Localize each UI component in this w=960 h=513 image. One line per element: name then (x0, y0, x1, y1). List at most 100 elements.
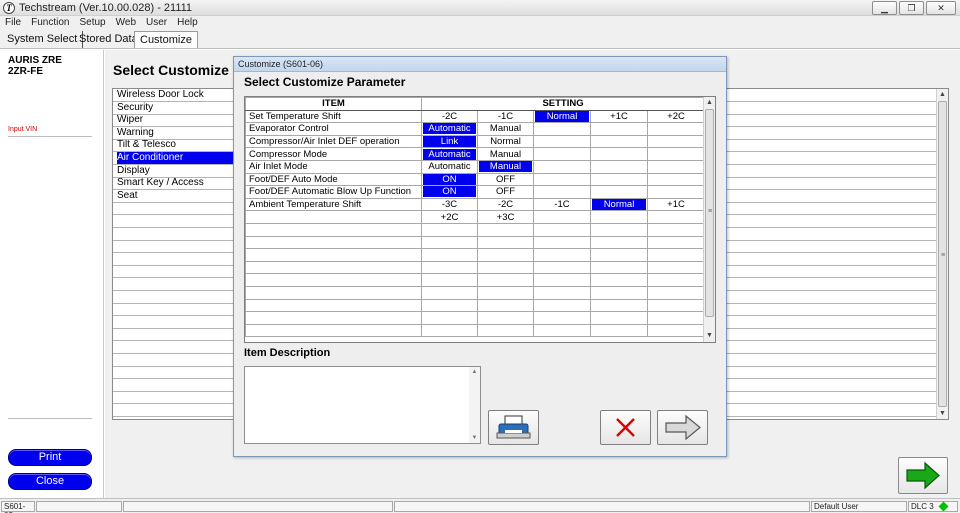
close-button[interactable]: Close (8, 473, 92, 490)
table-row[interactable]: Compressor/Air Inlet DEF operation Link No… (245, 134, 706, 149)
setting-cell (646, 210, 706, 224)
setting-cell[interactable]: -1C (533, 197, 591, 212)
setting-cell[interactable]: OFF (477, 172, 534, 187)
table-row[interactable]: Compressor Mode Automatic Manual (245, 147, 706, 161)
tab-customize[interactable]: Customize (134, 31, 198, 48)
empty-cell (646, 273, 706, 287)
setting-cell (533, 147, 591, 161)
tab-system-select[interactable]: System Select (2, 31, 84, 48)
setting-value: -2C (441, 110, 458, 122)
cancel-button[interactable] (600, 410, 651, 445)
table-row[interactable]: Foot/DEF Auto Mode ON OFF (245, 172, 706, 187)
table-row (245, 222, 706, 237)
empty-cell (477, 222, 534, 237)
setting-cell[interactable]: Automatic (421, 159, 478, 174)
scroll-up-icon[interactable]: ▲ (937, 89, 948, 100)
empty-cell (533, 323, 591, 338)
minimize-button[interactable]: ▁ (872, 1, 897, 15)
menu-file[interactable]: File (0, 16, 26, 30)
empty-cell (533, 222, 591, 237)
empty-cell (245, 323, 422, 338)
setting-cell[interactable]: Manual (477, 159, 534, 174)
empty-cell (421, 235, 478, 250)
setting-cell[interactable]: -2C (477, 197, 534, 212)
setting-cell[interactable]: +2C (646, 109, 706, 124)
scroll-up-icon[interactable]: ▲ (704, 97, 715, 108)
table-row[interactable]: Ambient Temperature Shift -3C -2C -1C Normal… (245, 197, 706, 212)
print-button[interactable]: Print (8, 449, 92, 466)
setting-cell[interactable]: Normal (533, 109, 591, 124)
empty-cell (590, 273, 648, 287)
setting-value: OFF (496, 173, 515, 185)
empty-cell (245, 222, 422, 237)
setting-cell[interactable]: +1C (646, 197, 706, 212)
next-button[interactable] (898, 457, 948, 494)
table-row[interactable]: Evaporator Control Automatic Manual (245, 122, 706, 136)
setting-cell[interactable]: Manual (477, 147, 534, 161)
scroll-down-icon[interactable]: ▼ (704, 330, 715, 341)
empty-cell (646, 311, 706, 325)
scroll-thumb[interactable]: ≡ (938, 101, 947, 407)
input-vin-label[interactable]: Input VIN (8, 126, 37, 133)
table-row[interactable]: Foot/DEF Automatic Blow Up Function ON OFF (245, 185, 706, 199)
scroll-up-icon[interactable]: ▲ (469, 367, 480, 377)
red-x-icon (616, 418, 635, 437)
empty-cell (245, 311, 422, 325)
setting-cell[interactable]: Normal (477, 134, 534, 149)
setting-cell[interactable]: Link (421, 134, 478, 149)
maximize-button[interactable]: ❐ (899, 1, 924, 15)
close-window-button[interactable]: ✕ (926, 1, 956, 15)
setting-cell[interactable]: -2C (421, 109, 478, 124)
menu-web[interactable]: Web (111, 16, 141, 30)
item-name (245, 210, 422, 224)
setting-value: +1C (667, 199, 685, 211)
setting-cell[interactable]: ON (421, 185, 478, 199)
setting-value: -2C (497, 199, 514, 211)
setting-cell (533, 122, 591, 136)
empty-cell (477, 273, 534, 287)
scroll-down-icon[interactable]: ▼ (937, 408, 948, 419)
menu-setup[interactable]: Setup (74, 16, 110, 30)
item-name: Evaporator Control (245, 122, 422, 136)
empty-cell (477, 235, 534, 250)
item-description-label: Item Description (244, 347, 331, 359)
next-button-dialog[interactable] (657, 410, 708, 445)
table-row[interactable]: Air Inlet Mode Automatic Manual (245, 159, 706, 174)
vehicle-model: AURIS ZRE (8, 55, 62, 66)
setting-cell[interactable]: +2C (421, 210, 478, 224)
setting-value: Manual (479, 161, 532, 173)
scroll-down-icon[interactable]: ▼ (469, 433, 480, 443)
list-item-label: Wiper (117, 114, 144, 126)
description-scrollbar[interactable]: ▲ ▼ (469, 367, 480, 443)
print-parameters-button[interactable] (488, 410, 539, 445)
setting-cell[interactable]: OFF (477, 185, 534, 199)
grip-icon: ≡ (941, 252, 946, 259)
parameter-scrollbar[interactable]: ▲ ≡ ▼ (703, 97, 715, 342)
setting-cell[interactable]: Automatic (421, 122, 478, 136)
menu-function[interactable]: Function (26, 16, 74, 30)
table-row[interactable]: +2C +3C (245, 210, 706, 224)
setting-cell[interactable]: -1C (477, 109, 534, 124)
setting-cell[interactable]: Normal (590, 197, 648, 212)
table-row[interactable]: Set Temperature Shift -2C -1C Normal +1C +2C (245, 109, 706, 124)
grip-icon: ≡ (708, 208, 713, 215)
setting-cell[interactable]: ON (421, 172, 478, 187)
setting-cell[interactable]: +1C (590, 109, 648, 124)
empty-cell (533, 273, 591, 287)
scroll-thumb[interactable]: ≡ (705, 109, 714, 317)
setting-cell (590, 172, 648, 187)
setting-cell (590, 185, 648, 199)
menu-help[interactable]: Help (172, 16, 203, 30)
vehicle-info: AURIS ZRE 2ZR-FE (8, 55, 62, 77)
item-description-box[interactable]: ▲ ▼ (244, 366, 481, 444)
setting-cell[interactable]: -3C (421, 197, 478, 212)
setting-cell[interactable]: +3C (477, 210, 534, 224)
setting-cell[interactable]: Manual (477, 122, 534, 136)
list-item-label: Seat (117, 189, 138, 201)
empty-cell (421, 285, 478, 300)
function-list-scrollbar[interactable]: ▲ ≡ ▼ (936, 89, 948, 419)
setting-cell[interactable]: Automatic (421, 147, 478, 161)
item-name: Air Inlet Mode (245, 159, 422, 174)
menu-user[interactable]: User (141, 16, 172, 30)
setting-value: OFF (496, 186, 515, 198)
